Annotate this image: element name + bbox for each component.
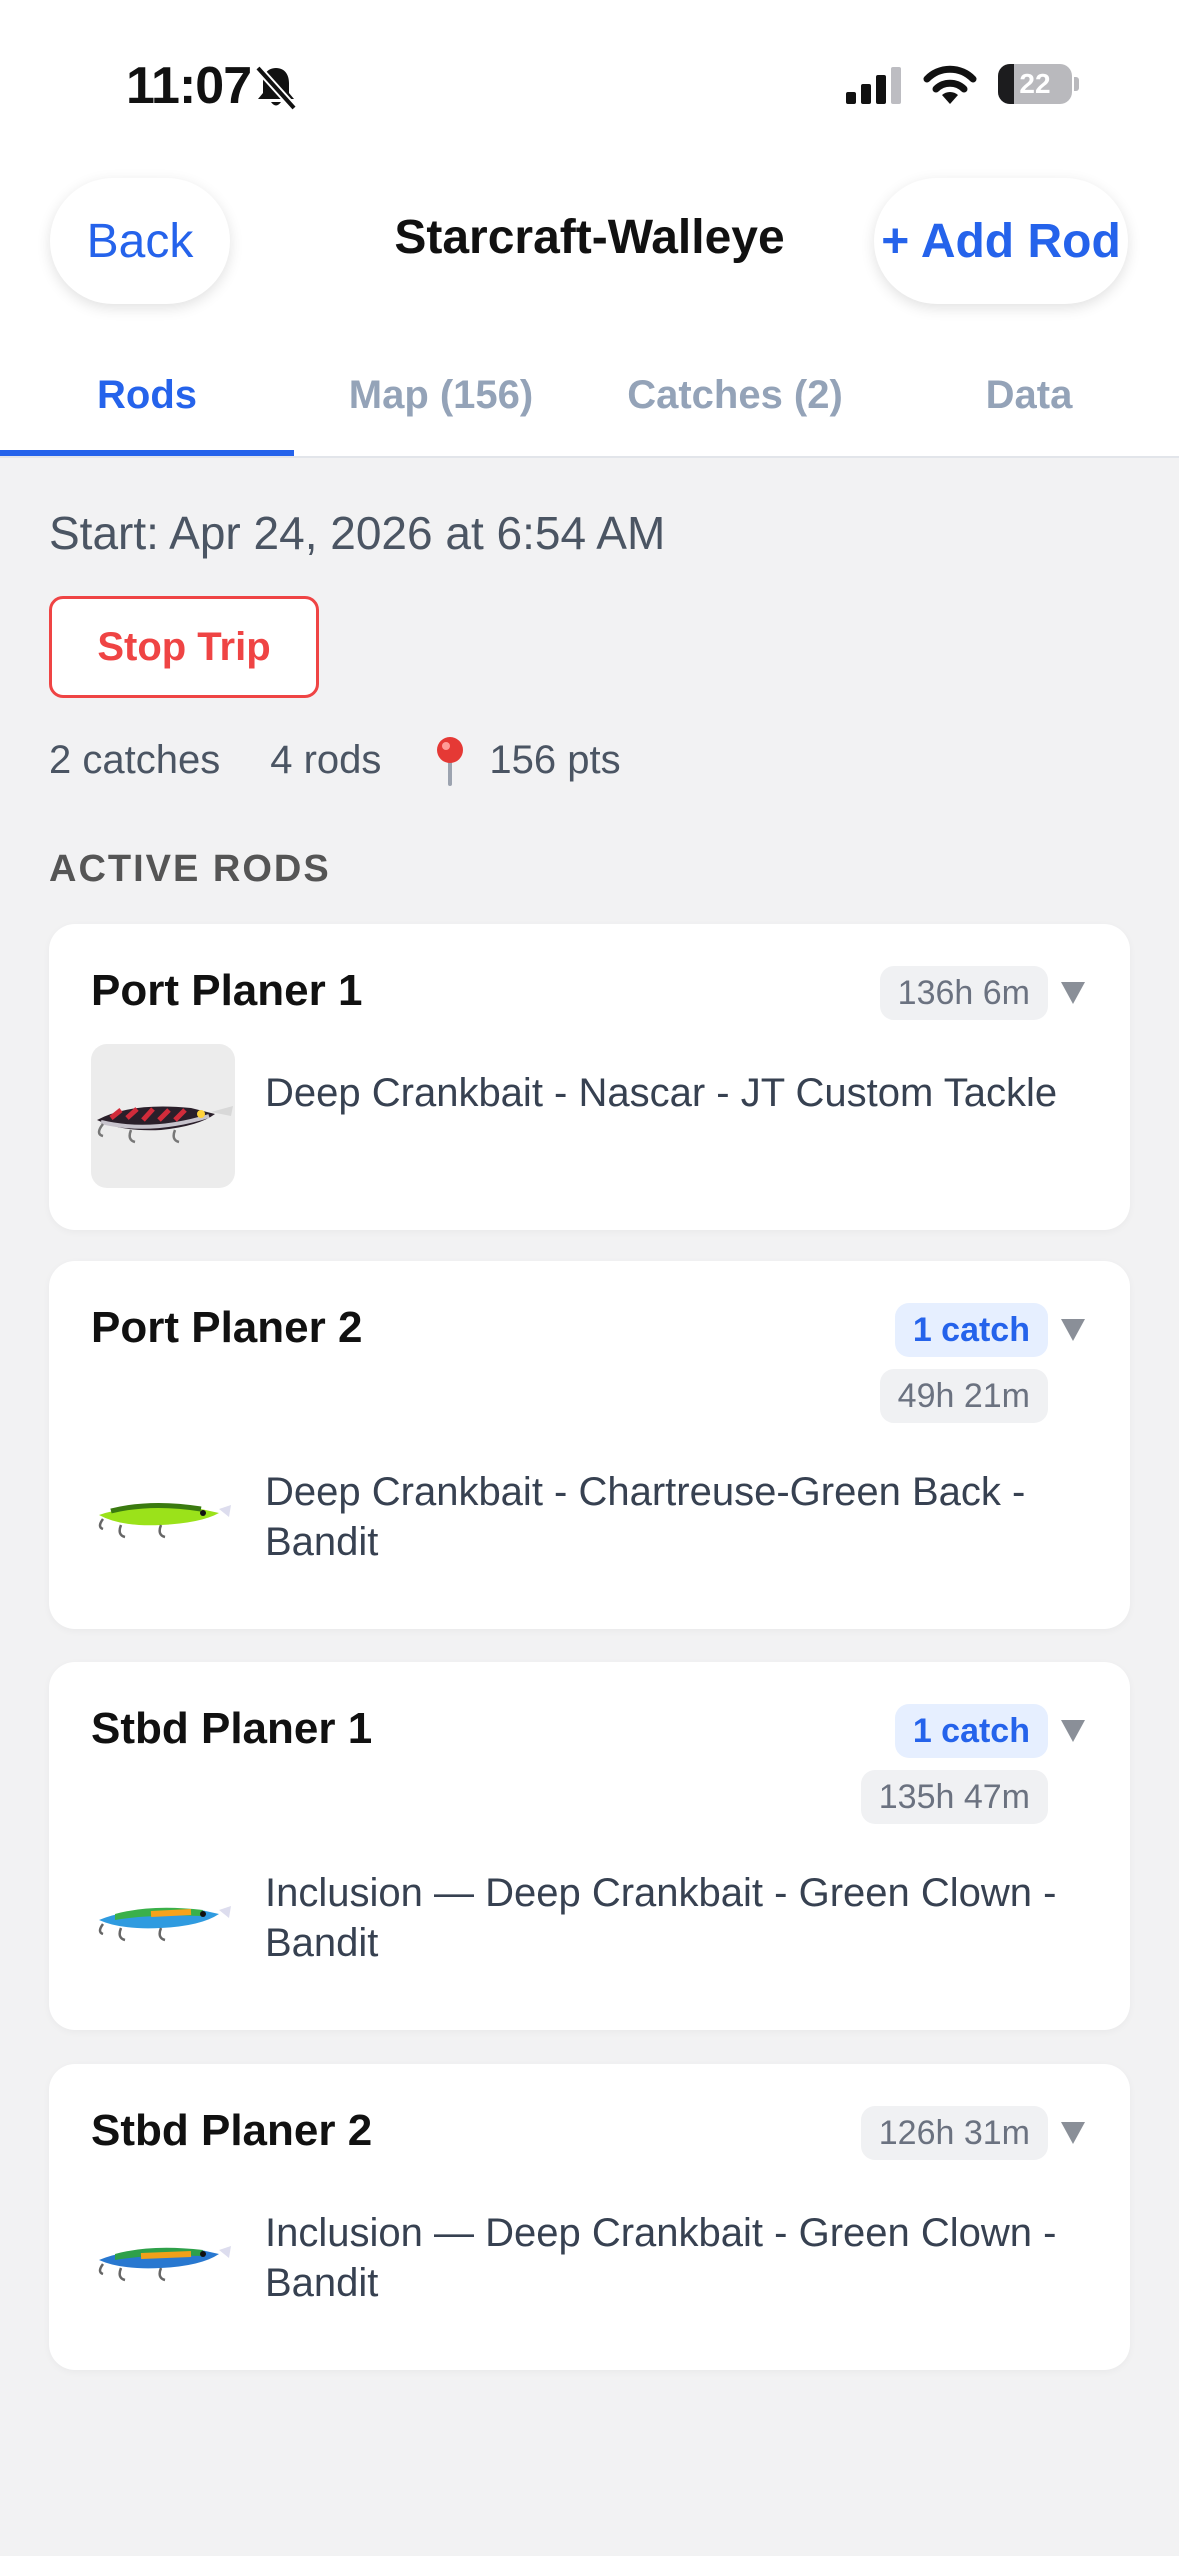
nav-header: Starcraft-Walleye Back + Add Rod [0,170,1179,342]
status-bar: 11:07 22 [0,0,1179,170]
tab-data[interactable]: Data [882,340,1176,456]
chevron-down-icon[interactable] [1061,2122,1085,2144]
chevron-down-icon[interactable] [1061,1720,1085,1742]
chevron-down-icon[interactable] [1061,1319,1085,1341]
tab-bar: Rods Map (156) Catches (2) Data [0,340,1179,458]
lure-image [91,1044,235,1188]
battery-level: 22 [1019,68,1051,99]
duration-badge: 49h 21m [879,1369,1048,1423]
add-rod-button[interactable]: + Add Rod [874,178,1128,304]
lure-image [91,1443,235,1587]
chevron-down-icon[interactable] [1061,982,1085,1004]
stop-trip-button[interactable]: Stop Trip [49,596,319,698]
map-pin-icon [437,737,464,786]
bell-slash-icon [255,65,297,111]
tab-rods[interactable]: Rods [0,340,294,456]
rod-card[interactable]: Port Planer 1 136h 6m Deep Crankbait - N… [49,924,1130,1230]
wifi-icon [923,65,977,104]
point-count: 156 pts [489,737,621,782]
lure-description: Deep Crankbait - Chartreuse-Green Back -… [265,1470,1026,1564]
lure-description: Inclusion — Deep Crankbait - Green Clown… [265,2211,1057,2305]
section-header-active-rods: ACTIVE RODS [49,848,331,890]
tab-catches[interactable]: Catches (2) [588,340,882,456]
status-time: 11:07 [126,57,252,115]
lure-description: Deep Crankbait - Nascar - JT Custom Tack… [265,1071,1058,1115]
duration-badge: 126h 31m [860,2106,1048,2160]
lure-description: Inclusion — Deep Crankbait - Green Clown… [265,1871,1057,1965]
duration-badge: 136h 6m [879,966,1048,1020]
rod-name: Port Planer 2 [91,1303,363,1352]
rod-name: Port Planer 1 [91,966,363,1015]
catch-badge: 1 catch [894,1303,1048,1357]
rod-card[interactable]: Stbd Planer 2 126h 31m Inclusion — Deep … [49,2064,1130,2370]
rod-count: 4 rods [270,737,382,782]
catch-count: 2 catches [49,737,221,782]
battery-icon: 22 [998,64,1079,104]
lure-image [91,1844,235,1988]
cellular-signal-icon [846,67,901,104]
rod-name: Stbd Planer 1 [91,1704,373,1753]
rod-card[interactable]: Port Planer 2 1 catch 49h 21m Deep Crank… [49,1261,1130,1629]
rod-card[interactable]: Stbd Planer 1 1 catch 135h 47m Inclusion… [49,1662,1130,2030]
trip-stats: 2 catches 4 rods 156 pts [49,734,671,786]
tab-map[interactable]: Map (156) [294,340,588,456]
trip-start-time: Start: Apr 24, 2026 at 6:54 AM [49,507,666,559]
lure-image [91,2184,235,2328]
active-tab-indicator [0,450,294,456]
catch-badge: 1 catch [894,1704,1048,1758]
rod-name: Stbd Planer 2 [91,2106,373,2155]
duration-badge: 135h 47m [860,1770,1048,1824]
back-button[interactable]: Back [50,178,230,304]
